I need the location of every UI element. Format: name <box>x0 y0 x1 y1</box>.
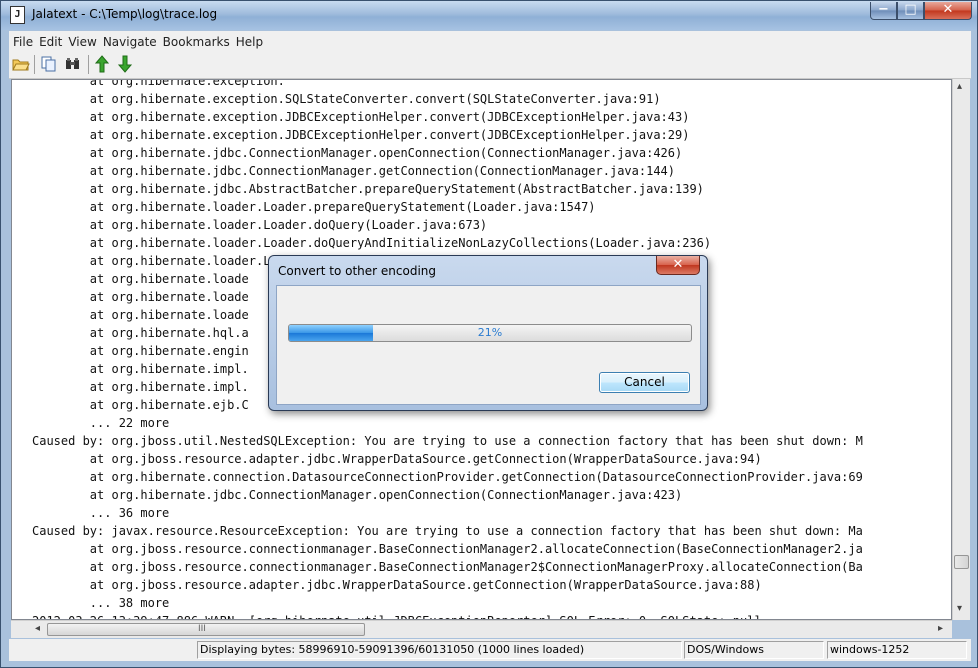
log-line: at org.hibernate.exception.SQLStateConve… <box>32 92 661 106</box>
menu-help[interactable]: Help <box>233 32 266 52</box>
scroll-left-icon[interactable]: ◂ <box>35 623 40 634</box>
progress-bar: 21% <box>288 324 692 342</box>
maximize-button[interactable]: □ <box>897 2 924 20</box>
menu-navigate[interactable]: Navigate <box>100 32 160 52</box>
close-button[interactable]: ✕ <box>924 2 972 20</box>
log-line: at org.jboss.resource.connectionmanager.… <box>32 560 863 574</box>
copy-icon[interactable] <box>40 55 58 73</box>
title-bar[interactable]: J Jalatext - C:\Temp\log\trace.log − □ ✕ <box>1 1 977 30</box>
log-line: at org.hibernate.connection.DatasourceCo… <box>32 470 863 484</box>
toolbar <box>9 51 971 79</box>
log-line: ... 36 more <box>32 506 170 520</box>
find-icon[interactable] <box>64 55 82 73</box>
log-line: at org.hibernate.loader.Loader.prepareQu… <box>32 200 596 214</box>
log-line: at org.hibernate.loade <box>32 308 249 322</box>
down-arrow-icon[interactable] <box>116 55 134 73</box>
log-line: Caused by: javax.resource.ResourceExcept… <box>32 524 863 538</box>
log-line: at org.hibernate.jdbc.ConnectionManager.… <box>32 488 683 502</box>
vertical-scroll-thumb[interactable] <box>954 555 969 569</box>
log-line: at org.hibernate.engin <box>32 344 249 358</box>
log-line: at org.jboss.resource.adapter.jdbc.Wrapp… <box>32 452 762 466</box>
scroll-down-icon[interactable]: ▾ <box>957 603 962 614</box>
log-line: 2012-03-26 13:39:47,886 WARN [org.hibern… <box>32 612 762 619</box>
log-line: at org.hibernate.loader.Loader.doQueryAn… <box>32 236 712 250</box>
window-title: Jalatext - C:\Temp\log\trace.log <box>32 7 218 21</box>
convert-encoding-dialog: Convert to other encoding ✕ 21% Cancel <box>268 255 708 411</box>
app-icon: J <box>10 6 25 24</box>
log-line: Caused by: org.jboss.util.NestedSQLExcep… <box>32 434 863 448</box>
log-line: at org.hibernate.impl. <box>32 362 249 376</box>
menu-bar: File Edit View Navigate Bookmarks Help <box>9 31 971 51</box>
progress-label: 21% <box>477 326 503 339</box>
scroll-up-icon[interactable]: ▴ <box>957 81 962 92</box>
log-line: at org.hibernate.jdbc.ConnectionManager.… <box>32 146 683 160</box>
log-line: at org.hibernate.loade <box>32 272 249 286</box>
log-line: ... 38 more <box>32 596 170 610</box>
minimize-button[interactable]: − <box>870 2 897 20</box>
status-bytes: Displaying bytes: 58996910-59091396/6013… <box>197 641 682 659</box>
cancel-button[interactable]: Cancel <box>599 372 690 393</box>
scroll-grip-icon: III <box>198 624 206 634</box>
toolbar-separator <box>34 55 35 74</box>
horizontal-scroll-thumb[interactable]: III <box>47 623 365 636</box>
toolbar-separator <box>88 55 89 74</box>
scroll-right-icon[interactable]: ▸ <box>938 623 943 634</box>
dialog-close-button[interactable]: ✕ <box>656 256 700 275</box>
status-line-endings: DOS/Windows <box>684 641 824 659</box>
horizontal-scrollbar[interactable]: ◂ III ▸ <box>11 620 952 638</box>
status-bar: Displaying bytes: 58996910-59091396/6013… <box>9 639 971 661</box>
dialog-body: 21% Cancel <box>276 285 701 405</box>
log-line: at org.hibernate.jdbc.AbstractBatcher.pr… <box>32 182 704 196</box>
menu-file[interactable]: File <box>9 32 36 52</box>
vertical-scrollbar[interactable]: ▴ ▾ <box>952 79 970 620</box>
log-line: at org.hibernate.exception.JDBCException… <box>32 128 690 142</box>
log-line: ... 22 more <box>32 416 170 430</box>
log-line: at org.hibernate.impl. <box>32 380 249 394</box>
log-line: at org.hibernate.jdbc.ConnectionManager.… <box>32 164 675 178</box>
menu-edit[interactable]: Edit <box>36 32 65 52</box>
log-line: at org.jboss.resource.adapter.jdbc.Wrapp… <box>32 578 762 592</box>
menu-bookmarks[interactable]: Bookmarks <box>160 32 233 52</box>
open-folder-icon[interactable] <box>12 55 30 73</box>
log-line: at org.jboss.resource.connectionmanager.… <box>32 542 863 556</box>
log-line-partial: at org.hibernate.exception. <box>32 79 285 88</box>
log-line: at org.hibernate.ejb.C <box>32 398 249 412</box>
log-line: at org.hibernate.loader.Loader.doQuery(L… <box>32 218 488 232</box>
dialog-title: Convert to other encoding <box>278 264 437 278</box>
up-arrow-icon[interactable] <box>93 55 111 73</box>
log-line: at org.hibernate.loade <box>32 290 249 304</box>
log-line: at org.hibernate.exception.JDBCException… <box>32 110 690 124</box>
status-encoding: windows-1252 <box>827 641 967 659</box>
menu-view[interactable]: View <box>65 32 99 52</box>
